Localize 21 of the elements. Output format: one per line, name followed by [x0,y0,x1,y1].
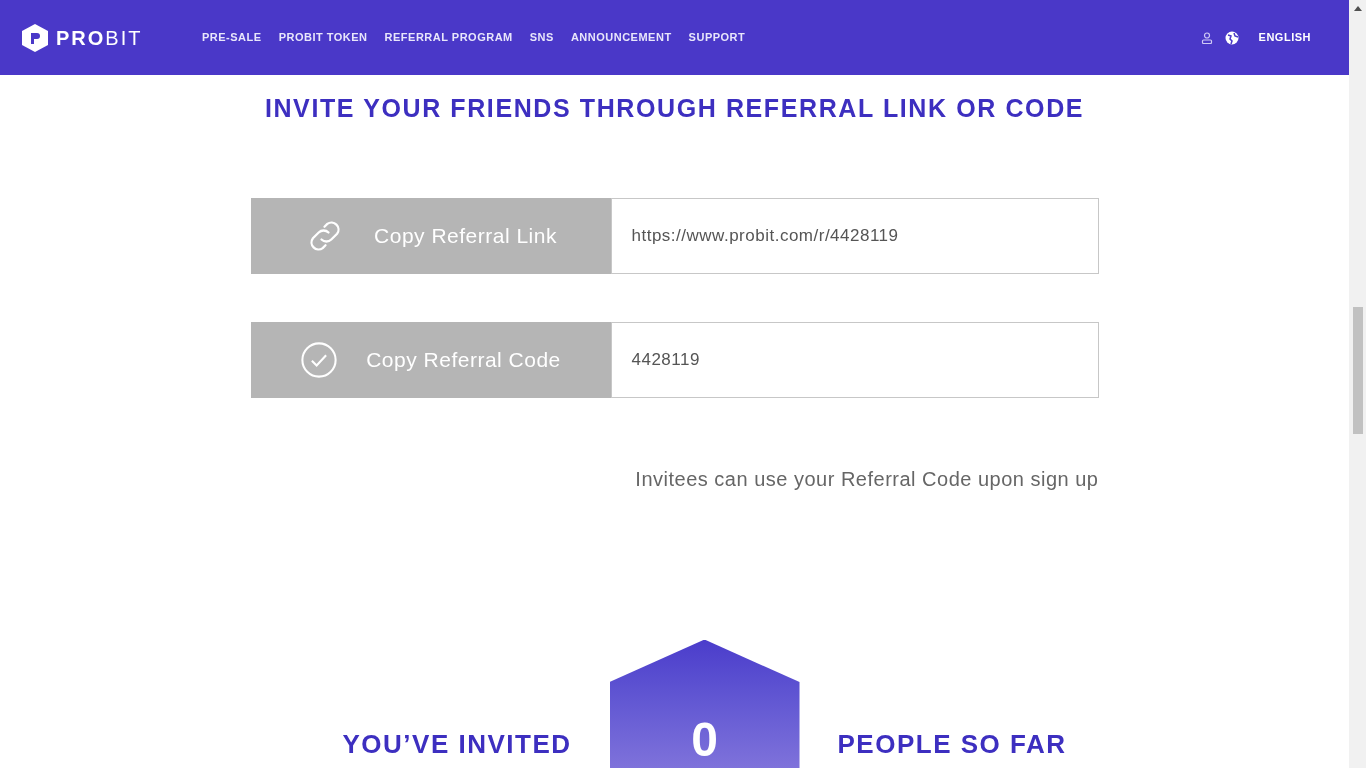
nav-link[interactable]: SNS [529,29,554,46]
globe-icon[interactable] [1224,30,1239,45]
nav-link[interactable]: PROBIT TOKEN [278,29,368,46]
referral-note: Invitees can use your Referral Code upon sign up [634,466,1099,492]
nav-link[interactable]: SUPPORT [688,29,746,46]
logo-text[interactable]: PROBIT [56,22,143,53]
user-icon[interactable] [1200,31,1213,44]
invited-suffix: PEOPLE SO FAR [837,727,1067,761]
invited-label: YOU’VE INVITED [342,727,572,761]
check-circle-icon [300,340,339,379]
hexagon-logo-icon [22,23,48,52]
invited-count: 0 [691,711,718,768]
nav-link[interactable]: ANNOUNCEMENT [570,29,672,46]
referral-value-field[interactable]: 4428119 [610,321,1099,398]
referral-value-field[interactable]: https://www.probit.com/r/4428119 [610,197,1099,274]
nav-link[interactable]: PRE-SALE [202,29,262,46]
nav-link[interactable]: REFERRAL PROGRAM [384,29,513,46]
scrollbar-thumb[interactable] [1352,307,1363,434]
language-selector[interactable]: ENGLISH [1258,29,1311,46]
scroll-up-icon[interactable] [1353,6,1362,11]
section-title: INVITE YOUR FRIENDS THROUGH REFERRAL LINK OR CODE [263,93,1086,124]
